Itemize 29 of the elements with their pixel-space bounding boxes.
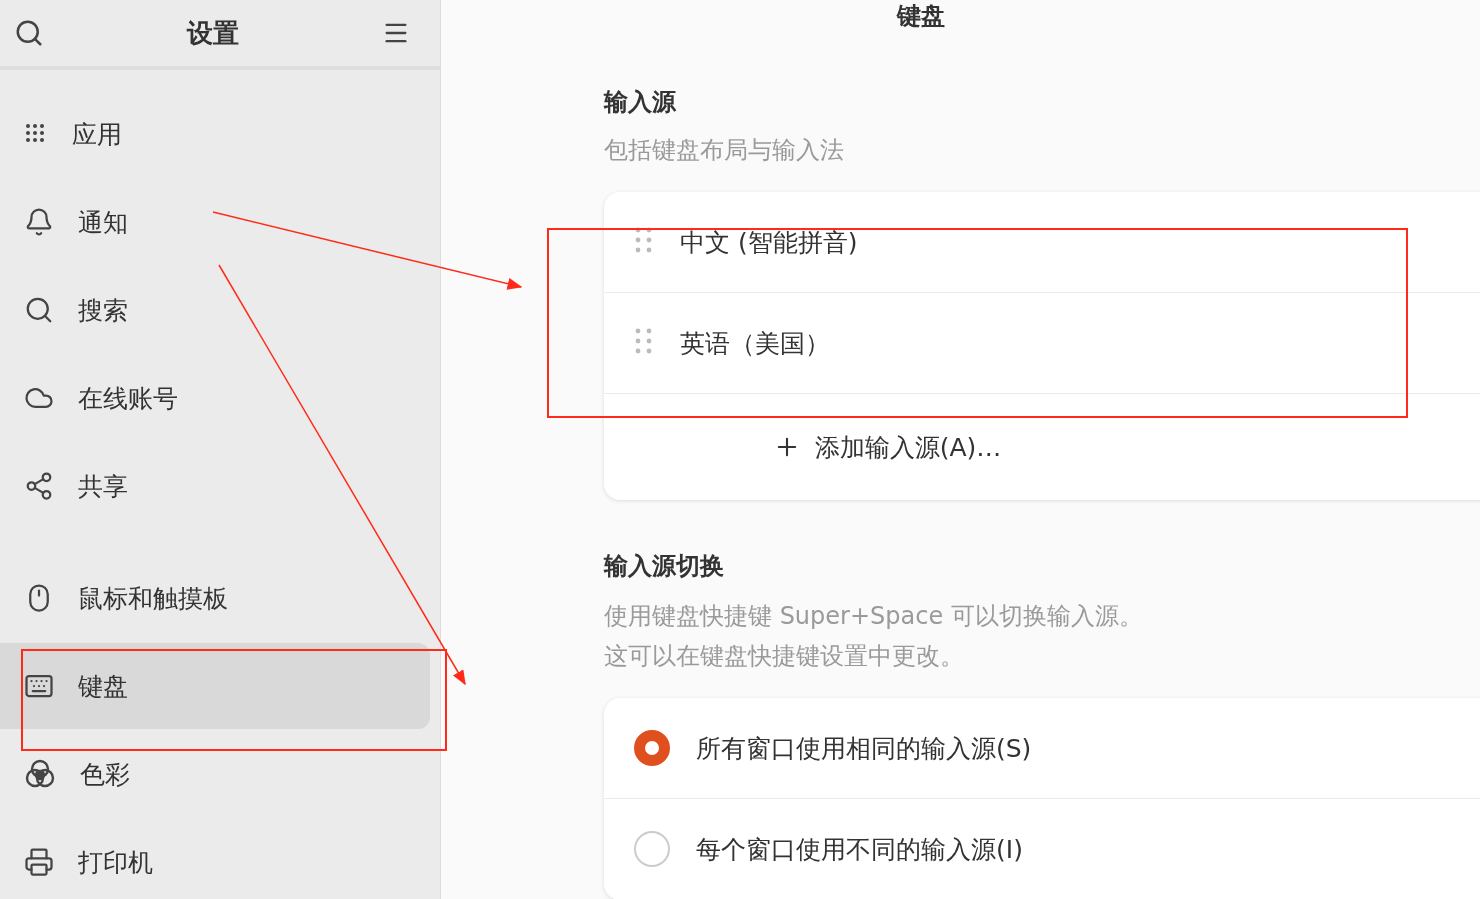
radio-button[interactable] xyxy=(634,831,670,867)
section-subtitle: 包括键盘布局与输入法 xyxy=(604,135,845,166)
sidebar-item[interactable]: 通知 xyxy=(0,179,430,265)
bell-icon xyxy=(24,207,54,237)
input-source-row[interactable]: 中文 (智能拼音) xyxy=(604,192,1480,293)
color-circles-icon xyxy=(24,758,56,790)
sidebar-item[interactable]: 打印机 xyxy=(0,819,430,899)
sidebar-item[interactable]: 鼠标和触摸板 xyxy=(0,555,430,641)
radio-button[interactable] xyxy=(634,730,670,766)
printer-icon xyxy=(24,847,54,877)
section-description: 这可以在键盘快捷键设置中更改。 xyxy=(604,641,965,672)
input-source-row[interactable]: 英语（美国） xyxy=(604,293,1480,394)
sidebar-title: 设置 xyxy=(187,16,239,50)
search-icon xyxy=(24,295,54,325)
share-icon xyxy=(24,471,54,501)
radio-option[interactable]: 每个窗口使用不同的输入源(I) xyxy=(604,799,1480,899)
sidebar-item[interactable]: 键盘 xyxy=(0,643,430,729)
radio-option[interactable]: 所有窗口使用相同的输入源(S) xyxy=(604,698,1480,799)
sidebar-item[interactable]: 应用 xyxy=(0,91,430,177)
sidebar-item[interactable]: 色彩 xyxy=(0,731,430,817)
add-input-source-button[interactable]: 添加输入源(A)… xyxy=(604,394,1480,500)
section-description: 使用键盘快捷键 Super+Space 可以切换输入源。 xyxy=(604,601,1144,632)
sidebar-item[interactable]: 在线账号 xyxy=(0,355,430,441)
sidebar-item[interactable]: 共享 xyxy=(0,443,430,529)
search-icon[interactable] xyxy=(14,18,44,48)
section-heading: 输入源 xyxy=(604,87,677,118)
section-heading: 输入源切换 xyxy=(604,551,725,582)
sidebar-item[interactable]: 搜索 xyxy=(0,267,430,353)
page-title: 键盘 xyxy=(896,1,945,32)
